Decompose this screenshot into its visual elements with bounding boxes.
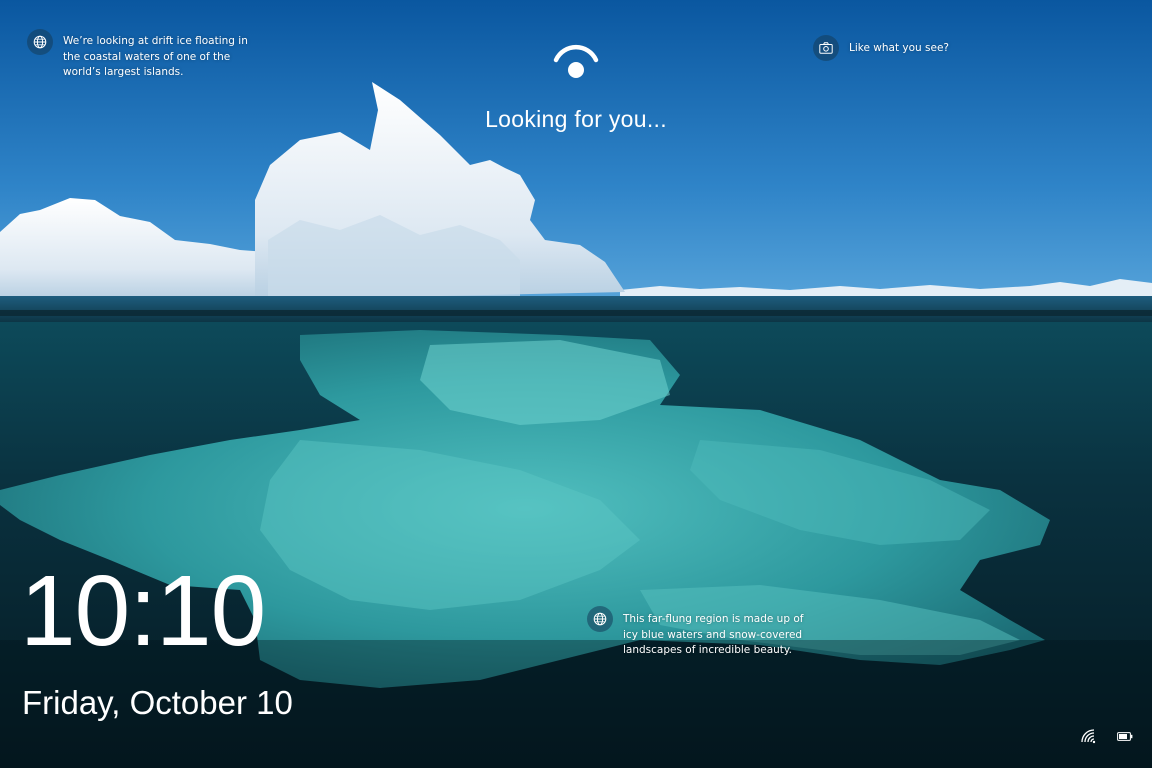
face-recognition-icon — [553, 44, 599, 78]
network-status[interactable] — [1080, 728, 1098, 744]
globe-icon[interactable] — [27, 29, 53, 55]
lock-screen[interactable]: Looking for you... We’re looking at drif… — [0, 0, 1152, 768]
wifi-icon[interactable] — [1080, 728, 1098, 744]
spotlight-like-prompt[interactable]: Like what you see? — [813, 35, 949, 61]
clock-time: 10:10 — [20, 555, 266, 667]
like-prompt-label: Like what you see? — [849, 42, 949, 54]
spotlight-caption: This far-flung region is made up of icy … — [623, 613, 804, 656]
spotlight-hotspot-info[interactable]: We’re looking at drift ice floating in t… — [27, 29, 253, 81]
spotlight-hotspot-region[interactable]: This far-flung region is made up of icy … — [587, 606, 808, 659]
spotlight-caption: We’re looking at drift ice floating in t… — [63, 35, 248, 78]
battery-status[interactable] — [1117, 732, 1133, 741]
status-message: Looking for you... — [485, 106, 667, 132]
globe-icon[interactable] — [587, 606, 613, 632]
camera-icon[interactable] — [813, 35, 839, 61]
clock-date: Friday, October 10 — [22, 684, 293, 721]
battery-icon[interactable] — [1117, 732, 1133, 741]
